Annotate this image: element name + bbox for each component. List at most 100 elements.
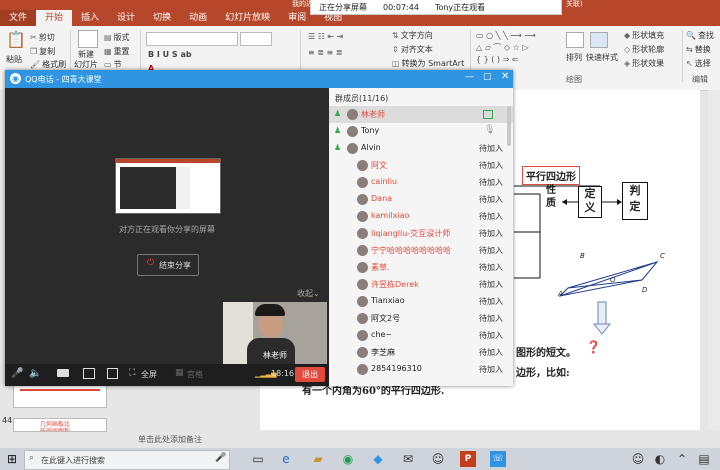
tab-animations[interactable]: 动画 [180, 10, 216, 26]
member-row[interactable]: Tianxiao 待加入 [329, 293, 513, 310]
list-icons[interactable]: ☰ ☷ ⇤ ⇥ [308, 32, 343, 41]
whiteboard-icon[interactable] [107, 368, 118, 379]
tab-slideshow[interactable]: 幻灯片放映 [216, 10, 279, 26]
close-icon[interactable]: ✕ [501, 71, 509, 82]
member-row[interactable]: cainliu 待加入 [329, 174, 513, 191]
convert-smartart-button[interactable]: ◫ 转换为 SmartArt [392, 58, 464, 69]
exit-button[interactable]: 退出 [295, 367, 325, 382]
microphone-icon[interactable]: 🎤 [215, 453, 226, 463]
font-format-icons[interactable]: B I U S ab [148, 50, 192, 59]
tab-transitions[interactable]: 切换 [144, 10, 180, 26]
member-list: ♟ 林老师 ♟ Tony 🎙 ♟ Alvin 待加入 阿文 待加入 cainliu 待加入 Dana 待加… [329, 106, 513, 384]
maximize-icon[interactable]: ▢ [483, 72, 492, 82]
font-size-field[interactable] [240, 32, 272, 46]
tray-app-icon[interactable]: ◐ [652, 451, 668, 467]
member-row[interactable]: 素草. 待加入 [329, 259, 513, 276]
member-row[interactable]: 阿文2号 待加入 [329, 310, 513, 327]
member-status: 待加入 [479, 144, 503, 153]
tab-design[interactable]: 设计 [108, 10, 144, 26]
tray-network-icon[interactable]: ▤ [696, 451, 712, 467]
grid-icon: ▦ [175, 368, 184, 378]
minimize-icon[interactable]: — [465, 72, 474, 82]
end-share-button[interactable]: ⏻ 结束分享 [137, 254, 199, 276]
qq-title-bar[interactable]: ◉ QQ电话 - 四青大课堂 — ▢ ✕ [5, 70, 513, 88]
windows-start-icon[interactable]: ⊞ [4, 451, 20, 467]
screen-share-icon[interactable] [83, 368, 95, 379]
task-view-icon[interactable]: ▭ [250, 451, 266, 467]
member-row[interactable]: 阿文 待加入 [329, 157, 513, 174]
new-slide-icon[interactable] [78, 30, 98, 48]
text-direction-icon: ⇅ [392, 31, 399, 40]
feishu-icon[interactable]: ◆ [370, 451, 386, 467]
shapes-gallery[interactable]: ▭ ○ ╲ ╲ ⟶ ⟶ △ ▱ ⌒ ◇ ☆ ▷{ } ( ) ⇒ ⇐ [476, 30, 556, 70]
tab-home[interactable]: 开始 [36, 10, 73, 26]
member-row[interactable]: 许昱栋Derek 待加入 [329, 276, 513, 293]
notes-bar[interactable]: 单击此处添加备注 [118, 430, 720, 448]
member-row[interactable]: 2854196310 待加入 [329, 361, 513, 378]
tray-qq-icon[interactable]: ☺ [630, 451, 646, 467]
text-direction-button[interactable]: ⇅ 文字方向 [392, 30, 433, 41]
align-text-button[interactable]: ⇕ 对齐文本 [392, 44, 433, 55]
paste-icon[interactable]: 📋 [6, 30, 26, 52]
shape-effects-button[interactable]: ◈ 形状效果 [624, 58, 664, 69]
paste-button[interactable]: 粘贴 [6, 54, 22, 65]
member-row[interactable]: liqiangliu-交互设计师 待加入 [329, 225, 513, 242]
section-button[interactable]: ▭ 节 [104, 59, 122, 70]
mail-icon[interactable]: ✉ [400, 451, 416, 467]
member-scrollbar[interactable] [507, 106, 511, 146]
down-arrow-shaft [597, 301, 607, 325]
member-name: 宁宁哈哈哈哈哈哈哈哈 [371, 246, 451, 255]
arrange-icon[interactable] [566, 32, 584, 48]
member-row[interactable]: 李芝麻 待加入 [329, 344, 513, 361]
select-button[interactable]: ↖ 选择 [686, 58, 711, 69]
replace-button[interactable]: ⇆ 替换 [686, 44, 711, 55]
slide-thumbnail[interactable]: 几何画板比 任画画图板 的基本使用 [13, 418, 107, 432]
format-painter-button[interactable]: 🖌 格式刷 [30, 59, 66, 70]
tab-insert[interactable]: 插入 [72, 10, 108, 26]
member-row[interactable]: 宁宁哈哈哈哈哈哈哈哈 待加入 [329, 242, 513, 259]
member-name: Alvin [361, 143, 381, 152]
edge-icon[interactable]: e [278, 451, 294, 467]
member-avatar [357, 364, 368, 375]
member-name: 林老师 [361, 110, 385, 119]
fill-icon: ◆ [624, 31, 631, 40]
qq-logo-icon: ◉ [10, 73, 21, 84]
collapse-button[interactable]: 收起⌄ [297, 288, 320, 299]
shape-fill-button[interactable]: ◆ 形状填充 [624, 30, 664, 41]
quick-styles-button[interactable]: 快速样式 [586, 52, 618, 63]
file-explorer-icon[interactable]: ▰ [310, 451, 326, 467]
member-row[interactable]: che~ 待加入 [329, 327, 513, 344]
member-row[interactable]: ♟ Alvin 待加入 [329, 140, 513, 157]
slide-scrollbar[interactable] [708, 90, 720, 430]
qq-call-taskbar-icon[interactable]: ☏ [490, 451, 506, 467]
quick-styles-icon[interactable] [590, 32, 608, 48]
member-row[interactable]: Dana 待加入 [329, 191, 513, 208]
find-button[interactable]: 🔍 查找 [686, 30, 714, 41]
powerpoint-icon[interactable]: P [460, 451, 476, 467]
copy-button[interactable]: ❐ 复制 [30, 46, 55, 57]
taskbar-search-box[interactable]: ⌕ 在此键入进行搜索 🎤 [24, 450, 230, 470]
preview-titlebar [116, 159, 220, 163]
member-row[interactable]: kamilxiao 待加入 [329, 208, 513, 225]
layout-button[interactable]: ▤ 版式 [104, 32, 130, 43]
shape-outline-button[interactable]: ◇ 形状轮廓 [624, 44, 664, 55]
chrome-icon[interactable]: ◉ [340, 451, 356, 467]
qq-taskbar-icon[interactable]: ☺ [430, 451, 446, 467]
font-name-field[interactable] [146, 32, 238, 46]
camera-icon[interactable] [57, 369, 69, 377]
member-row[interactable]: ♟ Tony 🎙 [329, 123, 513, 140]
reset-button[interactable]: ▦ 重置 [104, 46, 130, 57]
cut-button[interactable]: ✂ 剪切 [30, 32, 55, 43]
member-row[interactable]: ♟ 林老师 [329, 106, 513, 123]
tray-chevron-icon[interactable]: ⌃ [674, 451, 690, 467]
editing-group-label: 编辑 [692, 75, 708, 84]
align-icons[interactable]: ≡ ≣ ≡ ≣ [308, 48, 342, 57]
microphone-icon[interactable]: 🎤 [11, 368, 23, 379]
preview-member-list [176, 167, 190, 209]
arrange-button[interactable]: 排列 [566, 52, 582, 63]
fullscreen-icon[interactable]: ⛶ [129, 368, 135, 378]
tab-file[interactable]: 文件 [0, 10, 37, 26]
speaker-icon[interactable]: 🔈 [29, 368, 41, 379]
new-slide-button[interactable]: 新建 幻灯片 [74, 50, 98, 70]
fullscreen-label[interactable]: 全屏 [141, 369, 157, 380]
